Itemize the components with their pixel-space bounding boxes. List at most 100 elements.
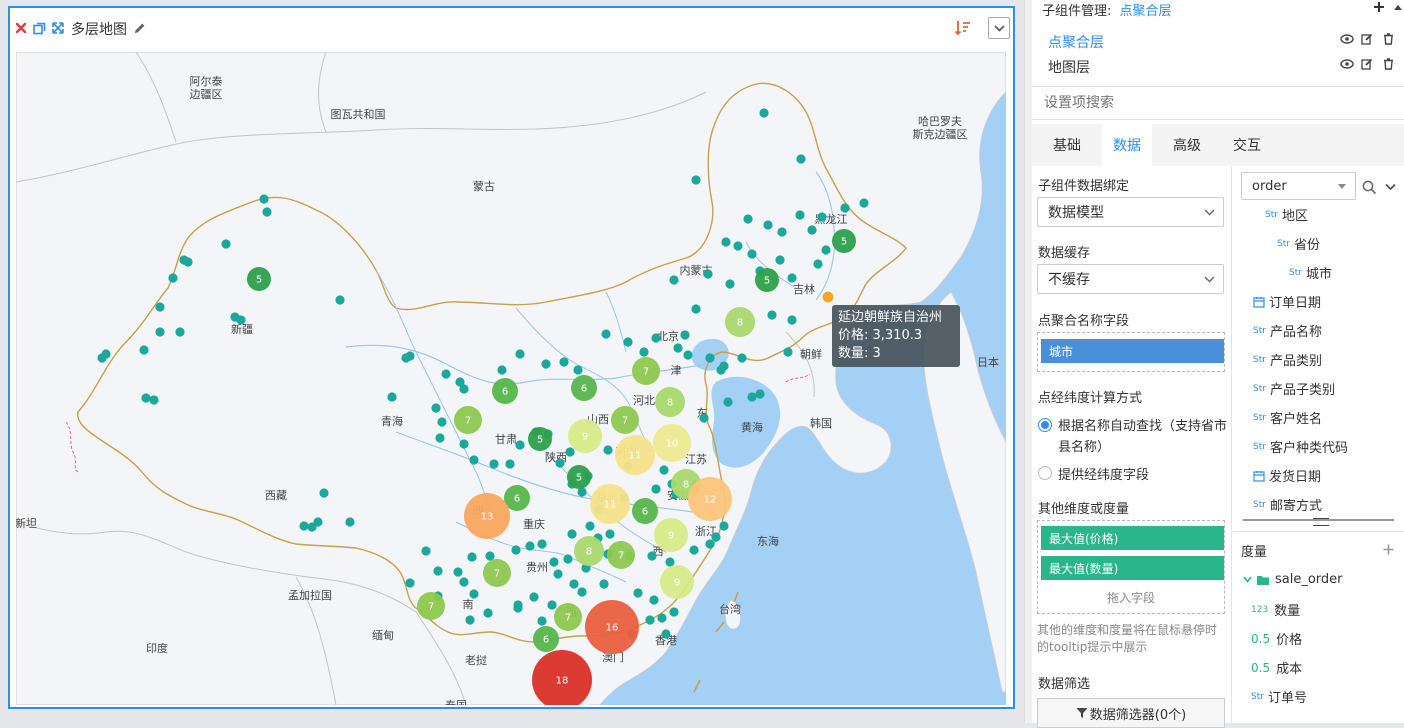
tab-interaction[interactable]: 交互: [1224, 124, 1270, 166]
map-point[interactable]: [767, 310, 777, 320]
map-point[interactable]: [691, 304, 701, 314]
map-canvas[interactable]: 阿尔泰边疆区图瓦共和国哈巴罗夫斯克边疆区蒙古黑龙江内蒙古吉林新疆北京朝鲜日本津河…: [16, 52, 1006, 705]
dimension-field[interactable]: Str 产品名称: [1253, 321, 1322, 340]
radio-checked[interactable]: [1038, 418, 1052, 432]
cluster-marker[interactable]: 7: [417, 592, 445, 620]
map-point[interactable]: [775, 255, 785, 265]
eye-icon[interactable]: [1340, 32, 1354, 46]
map-point[interactable]: [469, 589, 479, 599]
edit-icon[interactable]: [1360, 57, 1374, 71]
dimension-field[interactable]: Str 产品子类别: [1253, 379, 1335, 398]
map-point[interactable]: [307, 522, 317, 532]
map-point[interactable]: [725, 279, 735, 289]
map-point[interactable]: [661, 629, 671, 639]
map-point[interactable]: [599, 579, 609, 589]
map-point[interactable]: [221, 239, 231, 249]
add-layer-icon[interactable]: [1372, 0, 1386, 14]
dimension-field[interactable]: Str 产品类别: [1253, 350, 1322, 369]
cluster-marker[interactable]: 8: [655, 387, 685, 417]
map-point[interactable]: [633, 588, 643, 598]
map-point[interactable]: [529, 592, 539, 602]
map-point[interactable]: [537, 616, 547, 626]
map-point[interactable]: [787, 315, 797, 325]
map-point[interactable]: [807, 225, 817, 235]
measure-folder[interactable]: sale_order: [1243, 572, 1343, 587]
map-point[interactable]: [262, 207, 272, 217]
map-point[interactable]: [299, 521, 309, 531]
trash-icon[interactable]: [1381, 32, 1395, 46]
cluster-marker[interactable]: 5: [247, 267, 271, 291]
map-point[interactable]: [821, 245, 831, 255]
edit-title-icon[interactable]: [132, 20, 146, 36]
dimension-field[interactable]: 发货日期: [1253, 466, 1321, 485]
map-point[interactable]: [469, 455, 479, 465]
cluster-marker[interactable]: 7: [632, 357, 660, 385]
map-point[interactable]: [559, 357, 569, 367]
measure-field[interactable]: 0.5 成本: [1251, 658, 1302, 678]
map-point[interactable]: [319, 488, 329, 498]
map-point[interactable]: [639, 347, 649, 357]
map-point[interactable]: [737, 353, 747, 363]
cluster-marker[interactable]: 8: [574, 536, 604, 566]
map-point[interactable]: [705, 353, 715, 363]
cluster-marker[interactable]: 9: [654, 518, 688, 552]
map-point[interactable]: [515, 349, 525, 359]
layer-row-cluster[interactable]: 点聚合层: [1032, 28, 1404, 52]
map-point[interactable]: [795, 210, 805, 220]
map-point[interactable]: [840, 203, 850, 213]
map-point[interactable]: [645, 615, 655, 625]
radio-latlng-fields[interactable]: 提供经纬度字段: [1038, 463, 1228, 483]
map-point[interactable]: [711, 532, 721, 542]
map-point[interactable]: [669, 607, 679, 617]
measure-field[interactable]: 123 数量: [1251, 600, 1300, 619]
map-point[interactable]: [577, 587, 587, 597]
map-point[interactable]: [605, 529, 615, 539]
map-point[interactable]: [723, 397, 733, 407]
eye-icon[interactable]: [1340, 57, 1354, 71]
map-point[interactable]: [647, 551, 657, 561]
cluster-marker[interactable]: 7: [554, 603, 582, 631]
close-icon[interactable]: [14, 21, 28, 35]
map-point[interactable]: [755, 389, 765, 399]
map-point[interactable]: [553, 569, 563, 579]
map-point[interactable]: [497, 365, 507, 375]
map-point[interactable]: [505, 459, 515, 469]
map-point[interactable]: [743, 214, 753, 224]
map-point[interactable]: [483, 608, 493, 618]
cluster-marker[interactable]: 7: [454, 406, 482, 434]
map-point[interactable]: [567, 529, 577, 539]
map-point[interactable]: [683, 350, 693, 360]
map-point[interactable]: [537, 539, 547, 549]
map-point[interactable]: [485, 551, 495, 561]
cluster-marker[interactable]: 6: [492, 378, 518, 404]
tab-basic[interactable]: 基础: [1044, 124, 1090, 166]
name-field-chip[interactable]: 城市: [1041, 339, 1224, 363]
map-point[interactable]: [623, 337, 633, 347]
map-point[interactable]: [585, 521, 595, 531]
layer-row-map[interactable]: 地图层: [1032, 53, 1404, 77]
map-point[interactable]: [236, 315, 246, 325]
binding-select[interactable]: 数据模型: [1037, 197, 1224, 227]
map-point[interactable]: [569, 579, 579, 589]
cluster-marker[interactable]: 9: [660, 565, 694, 599]
map-widget[interactable]: 多层地图 阿尔泰 边疆区 图瓦共和国 哈巴罗夫 斯克边疆区 蒙古 黑龙江 内蒙古…: [8, 6, 1015, 709]
map-point[interactable]: [97, 353, 107, 363]
map-point[interactable]: [649, 595, 659, 605]
cluster-marker[interactable]: 5: [528, 427, 552, 451]
dimension-field[interactable]: 订单日期: [1253, 292, 1321, 311]
map-point[interactable]: [435, 433, 445, 443]
map-point[interactable]: [511, 545, 521, 555]
map-point[interactable]: [689, 545, 699, 555]
collapse-icon[interactable]: [1392, 0, 1404, 14]
dimension-field[interactable]: Str 客户姓名: [1253, 408, 1322, 427]
filter-button[interactable]: 数据筛选器(0个): [1037, 698, 1225, 728]
model-select[interactable]: order: [1241, 172, 1356, 200]
map-point[interactable]: [657, 613, 667, 623]
name-field-dropzone[interactable]: 城市: [1037, 332, 1225, 372]
map-point[interactable]: [525, 541, 535, 551]
map-point[interactable]: [796, 154, 806, 164]
cluster-marker[interactable]: 9: [568, 419, 602, 453]
map-point[interactable]: [705, 539, 715, 549]
map-point[interactable]: [659, 465, 669, 475]
add-measure-icon[interactable]: [1381, 542, 1395, 556]
